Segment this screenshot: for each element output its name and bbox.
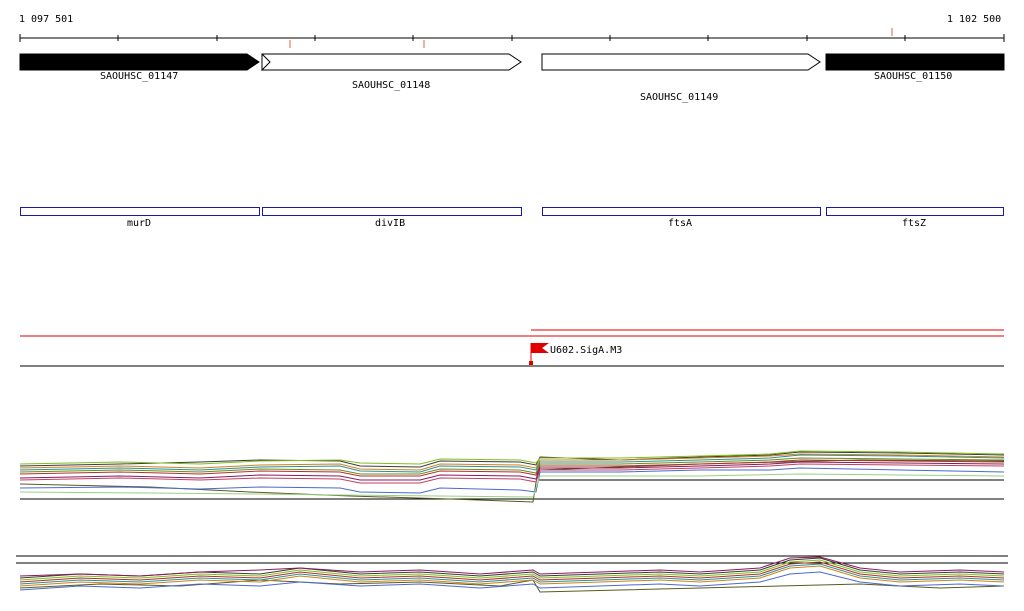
expression-track-upper bbox=[19, 450, 1005, 503]
gene-label-divIB: divIB bbox=[375, 218, 406, 229]
genome-browser-canvas bbox=[16, 28, 1008, 593]
expression-track-lower bbox=[16, 555, 1008, 593]
locus-arrow-4[interactable] bbox=[825, 53, 1005, 71]
gene-box-ftsA[interactable] bbox=[542, 207, 821, 216]
gene-box-ftsZ[interactable] bbox=[826, 207, 1004, 216]
operon-track bbox=[20, 329, 1004, 367]
gene-box-murD[interactable] bbox=[20, 207, 260, 216]
locus-arrow-1[interactable] bbox=[19, 53, 260, 71]
promoter-flag-icon[interactable] bbox=[529, 343, 549, 365]
gene-label-ftsA: ftsA bbox=[668, 218, 693, 229]
gene-label-murD: murD bbox=[127, 218, 152, 229]
locus-label-1: SAOUHSC_01147 bbox=[100, 71, 179, 82]
gene-box-divIB[interactable] bbox=[262, 207, 522, 216]
locus-label-4: SAOUHSC_01150 bbox=[874, 71, 953, 82]
gene-label-ftsZ: ftsZ bbox=[902, 218, 927, 229]
locus-label-3: SAOUHSC_01149 bbox=[640, 92, 719, 103]
promoter-label[interactable]: U602.SigA.M3 bbox=[550, 345, 622, 356]
ruler-axis bbox=[19, 28, 1005, 48]
locus-label-2: SAOUHSC_01148 bbox=[352, 80, 431, 91]
locus-arrow-3[interactable] bbox=[541, 53, 821, 71]
locus-arrow-2[interactable] bbox=[261, 53, 522, 71]
